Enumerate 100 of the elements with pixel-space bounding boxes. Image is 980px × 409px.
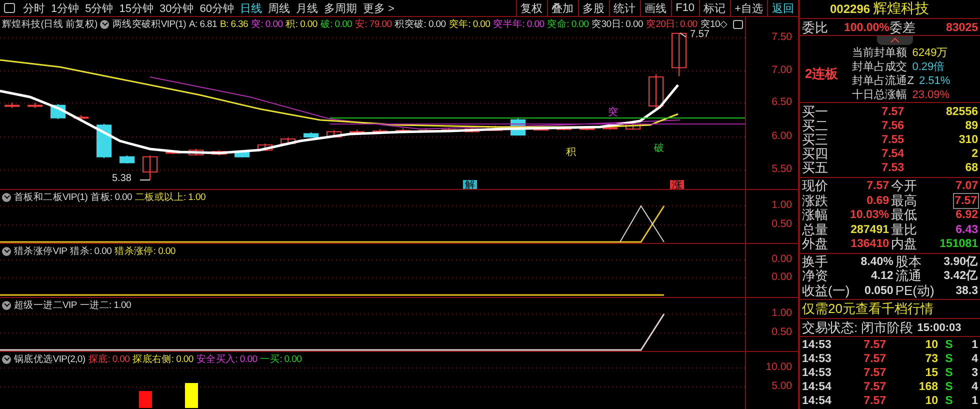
info-label: 封单占流通Z bbox=[852, 74, 914, 88]
indicator-name: 两线突破积VIP(1) bbox=[112, 18, 186, 31]
candle bbox=[120, 154, 134, 164]
indicator-value: 首板: 0.00 bbox=[90, 191, 132, 204]
status-time: 15:00:03 bbox=[917, 322, 962, 334]
toolbar-button[interactable]: 返回 bbox=[767, 0, 798, 16]
trade-time: 14:54 bbox=[802, 394, 832, 408]
field-value: 7.57 bbox=[866, 179, 889, 194]
bid-label: 买二 bbox=[802, 119, 829, 133]
toolbar-button[interactable]: 复权 bbox=[516, 0, 547, 16]
indicator-value: 一进二: 1.00 bbox=[80, 299, 131, 312]
candle bbox=[326, 130, 342, 138]
trade-count: 1 bbox=[970, 338, 978, 352]
toolbar-button[interactable]: 画线 bbox=[640, 0, 671, 16]
indicator-value: 安: 79.00 bbox=[355, 18, 392, 31]
trade-price: 7.57 bbox=[862, 338, 886, 352]
field-label: 流通 bbox=[895, 269, 922, 284]
period-tab[interactable]: 日线 bbox=[237, 0, 265, 16]
candle bbox=[234, 150, 250, 158]
bid-price: 7.56 bbox=[880, 119, 904, 133]
axis-label: 7.50 bbox=[772, 31, 792, 43]
signal-badge: 涨 bbox=[670, 180, 684, 189]
period-tab[interactable]: 周线 bbox=[265, 0, 293, 16]
indicator-value: 探底右侧: 0.00 bbox=[132, 353, 194, 366]
collapse-icon[interactable] bbox=[2, 355, 11, 364]
candle bbox=[672, 32, 686, 77]
signal-label: 积 bbox=[566, 146, 576, 159]
info-label: 封单占成交 bbox=[852, 60, 908, 74]
trade-side: S bbox=[944, 338, 954, 352]
indicator-value: 突年: 0.00 bbox=[448, 18, 490, 31]
window-icon[interactable] bbox=[732, 20, 743, 29]
trade-price: 7.57 bbox=[862, 394, 886, 408]
collapse-icon[interactable] bbox=[2, 247, 11, 256]
period-tab[interactable]: 15分钟 bbox=[116, 0, 156, 16]
field-label: 今开 bbox=[891, 179, 917, 194]
field-label: 涨幅 bbox=[802, 208, 828, 222]
indicator-value: 突10◇ bbox=[700, 18, 727, 30]
collapse-icon[interactable] bbox=[2, 301, 11, 310]
bid-label: 买四 bbox=[802, 147, 829, 161]
indicator-value: 突: 0.00 bbox=[251, 18, 283, 31]
info-label: 当前封单额 bbox=[852, 46, 908, 60]
toolbar-button[interactable]: 多股 bbox=[578, 0, 609, 16]
axis-label: 5.50 bbox=[772, 163, 792, 175]
trade-volume: 168 bbox=[918, 380, 938, 394]
field-label: 委比 bbox=[802, 19, 829, 37]
panel-toggle-icon[interactable] bbox=[4, 3, 15, 13]
candle bbox=[648, 74, 664, 112]
indicator-value: A: 6.81 bbox=[189, 19, 218, 30]
collapse-icon[interactable] bbox=[100, 20, 110, 29]
axis-label: 0.00 bbox=[772, 253, 792, 265]
candle bbox=[280, 137, 296, 145]
trade-time: 14:53 bbox=[802, 338, 832, 352]
period-tab[interactable]: 1分钟 bbox=[48, 0, 82, 16]
period-tab[interactable]: 5分钟 bbox=[82, 0, 116, 16]
indicator-value: 猎杀: 0.00 bbox=[70, 245, 112, 258]
field-label: 净资 bbox=[802, 269, 829, 284]
status-label: 交易状态: 闭市阶段 bbox=[802, 318, 914, 336]
toolbar-button[interactable]: 叠加 bbox=[546, 0, 578, 16]
indicator-value: 一买: 0.00 bbox=[260, 353, 302, 366]
period-tab[interactable]: 30分钟 bbox=[156, 0, 197, 16]
axis-label: 0.50 bbox=[772, 218, 792, 230]
candle bbox=[188, 148, 204, 156]
toolbar-button[interactable]: 统计 bbox=[608, 0, 640, 16]
field-value: 0.050 bbox=[864, 284, 894, 298]
candle bbox=[142, 154, 158, 180]
indicator-value: 突半年: 0.00 bbox=[493, 18, 544, 31]
field-value: 4.12 bbox=[870, 269, 894, 284]
trade-volume: 10 bbox=[924, 338, 938, 352]
bid-volume: 82556 bbox=[945, 105, 978, 119]
period-tab[interactable]: 更多 > bbox=[360, 0, 398, 16]
stock-name: 辉煌科技 bbox=[873, 0, 930, 18]
period-tab[interactable]: 月线 bbox=[293, 0, 321, 16]
field-value: 83025 bbox=[945, 22, 978, 34]
indicator-value: 突20日: 0.00 bbox=[646, 18, 698, 30]
collapse-icon[interactable] bbox=[2, 193, 11, 202]
promo-link[interactable]: 仅需20元查看千档行情 bbox=[802, 300, 934, 318]
trade-price: 7.57 bbox=[862, 380, 886, 394]
collapse-button[interactable] bbox=[877, 36, 913, 45]
indicator-value: 突30日: 0.00 bbox=[592, 18, 643, 31]
indicator-value: 猎杀涨停: 0.00 bbox=[114, 245, 176, 258]
period-tab[interactable]: 60分钟 bbox=[196, 0, 237, 16]
field-value: 10.03% bbox=[850, 208, 889, 222]
toolbar-button[interactable]: F10 bbox=[670, 0, 699, 16]
toolbar-button[interactable]: +自选 bbox=[730, 0, 767, 16]
candle bbox=[488, 125, 502, 132]
trade-count: 4 bbox=[970, 352, 978, 366]
info-value: 6249万 bbox=[912, 46, 948, 60]
trade-volume: 73 bbox=[924, 352, 938, 366]
period-tab[interactable]: 多周期 bbox=[321, 0, 360, 16]
field-label: 收益(一) bbox=[802, 284, 850, 298]
info-value: 2.51% bbox=[918, 74, 950, 88]
bid-price: 7.53 bbox=[880, 161, 904, 175]
signal-label: 突 bbox=[608, 106, 618, 119]
field-label: PE(动) bbox=[895, 284, 934, 298]
candle bbox=[28, 102, 42, 108]
period-tab[interactable]: 分时 bbox=[20, 0, 48, 16]
field-value: 151081 bbox=[940, 237, 978, 252]
toolbar-button[interactable]: 标记 bbox=[698, 0, 730, 16]
candle bbox=[258, 143, 272, 152]
axis-label: 6.00 bbox=[772, 130, 792, 142]
